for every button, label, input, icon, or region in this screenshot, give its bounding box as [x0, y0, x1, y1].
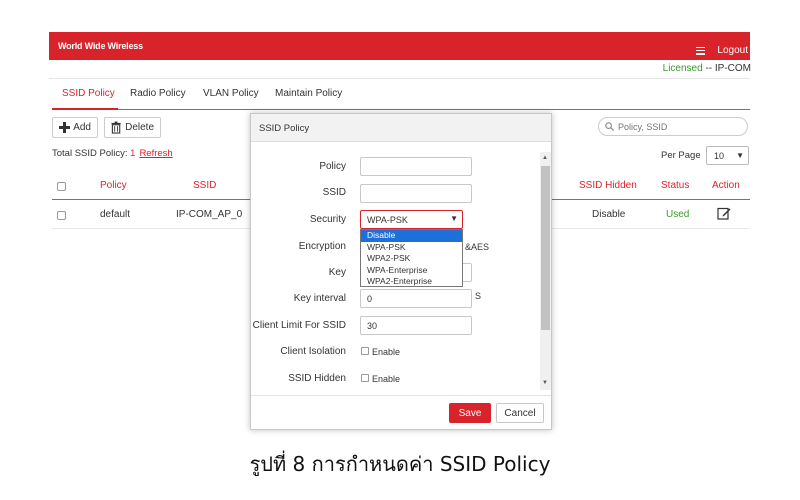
- page: World Wide Wireless Logout Licensed -- I…: [0, 0, 800, 500]
- logout-link[interactable]: Logout: [717, 45, 748, 56]
- cell-ssid-hidden: Disable: [592, 209, 626, 220]
- security-option-wpa-enterprise[interactable]: WPA-Enterprise: [361, 265, 462, 277]
- dialog-footer-divider: [251, 395, 551, 396]
- trash-icon: [111, 121, 121, 134]
- security-select[interactable]: WPA-PSK ▼: [360, 210, 463, 229]
- per-page-label: Per Page: [661, 150, 701, 161]
- cancel-button[interactable]: Cancel: [496, 403, 544, 423]
- search-input[interactable]: [618, 121, 738, 132]
- client-limit-label: Client Limit For SSID: [252, 320, 346, 331]
- client-isolation-enable-label: Enable: [372, 347, 401, 357]
- scrollbar-thumb[interactable]: [541, 166, 550, 330]
- ssid-hidden-label: SSID Hidden: [288, 373, 346, 384]
- security-option-wpa-psk[interactable]: WPA-PSK: [361, 242, 462, 254]
- key-interval-input[interactable]: 0: [360, 289, 472, 308]
- col-ssid[interactable]: SSID: [193, 180, 216, 191]
- chevron-down-icon: ▼: [450, 214, 458, 223]
- col-policy[interactable]: Policy: [100, 180, 127, 191]
- ssid-input[interactable]: [360, 184, 472, 203]
- divider: [49, 78, 750, 79]
- delete-button[interactable]: Delete: [104, 117, 161, 138]
- tab-vlan-policy[interactable]: VLAN Policy: [203, 88, 259, 99]
- security-option-wpa2-enterprise[interactable]: WPA2-Enterprise: [361, 276, 462, 288]
- tab-ssid-policy[interactable]: SSID Policy: [62, 88, 115, 99]
- total-count: Total SSID Policy: 1 Refresh: [52, 148, 173, 159]
- save-button[interactable]: Save: [449, 403, 491, 423]
- add-button[interactable]: Add: [52, 117, 98, 138]
- key-label: Key: [328, 267, 346, 278]
- search-box[interactable]: [598, 117, 748, 136]
- search-icon: [605, 122, 614, 131]
- client-isolation-checkbox[interactable]: [361, 347, 369, 355]
- key-interval-label: Key interval: [293, 293, 346, 304]
- plus-icon: [59, 122, 71, 133]
- cell-policy: default: [100, 209, 131, 220]
- ssid-label: SSID: [322, 187, 346, 198]
- per-page-value: 10: [714, 150, 725, 161]
- security-selected-value: WPA-PSK: [367, 214, 408, 225]
- top-right-controls: Logout: [696, 45, 748, 56]
- security-option-wpa2-psk[interactable]: WPA2-PSK: [361, 253, 462, 265]
- total-value: 1: [130, 148, 136, 159]
- chevron-down-icon: ▼: [736, 151, 744, 160]
- figure-caption: รูปที่ 8 การกำหนดค่า SSID Policy: [249, 452, 551, 476]
- dialog-title: SSID Policy: [259, 123, 310, 134]
- col-status[interactable]: Status: [661, 180, 689, 191]
- top-bar: World Wide Wireless Logout: [49, 32, 750, 60]
- scroll-down-icon[interactable]: ▼: [542, 380, 548, 386]
- edit-icon[interactable]: [717, 206, 731, 220]
- encryption-label: Encryption: [298, 241, 346, 252]
- client-isolation-label: Client Isolation: [280, 346, 346, 357]
- per-page-select[interactable]: 10 ▼: [706, 146, 749, 165]
- encryption-value-tail: &AES: [465, 242, 490, 252]
- add-button-label: Add: [73, 122, 91, 133]
- policy-label: Policy: [319, 161, 346, 172]
- tab-maintain-policy[interactable]: Maintain Policy: [275, 88, 342, 99]
- col-action: Action: [712, 180, 740, 191]
- key-interval-unit: S: [475, 291, 482, 301]
- col-ssid-hidden[interactable]: SSID Hidden: [579, 180, 637, 191]
- policy-input[interactable]: [360, 157, 472, 176]
- row-checkbox[interactable]: [57, 211, 66, 220]
- brand-title: World Wide Wireless: [58, 41, 143, 51]
- delete-button-label: Delete: [125, 122, 154, 133]
- refresh-link[interactable]: Refresh: [139, 148, 172, 159]
- ssid-hidden-enable-label: Enable: [372, 374, 401, 384]
- security-dropdown: Disable WPA-PSK WPA2-PSK WPA-Enterprise …: [360, 229, 463, 287]
- policy-tabs: SSID Policy Radio Policy VLAN Policy Mai…: [52, 80, 750, 110]
- license-owner: -- IP-COM: [702, 63, 751, 74]
- security-option-disable[interactable]: Disable: [361, 230, 462, 242]
- license-status-label: Licensed: [662, 63, 703, 74]
- license-status: Licensed -- IP-COM: [663, 63, 751, 74]
- select-all-checkbox[interactable]: [57, 182, 66, 191]
- menu-icon[interactable]: [696, 46, 706, 55]
- dialog-header: SSID Policy: [251, 114, 551, 142]
- total-label: Total SSID Policy:: [52, 148, 128, 159]
- client-limit-input[interactable]: 30: [360, 316, 472, 335]
- scroll-up-icon[interactable]: ▲: [542, 155, 548, 161]
- cell-status: Used: [666, 209, 690, 220]
- security-label: Security: [309, 214, 346, 225]
- active-tab-indicator: [52, 108, 118, 110]
- ssid-hidden-checkbox[interactable]: [361, 374, 369, 382]
- tab-radio-policy[interactable]: Radio Policy: [130, 88, 186, 99]
